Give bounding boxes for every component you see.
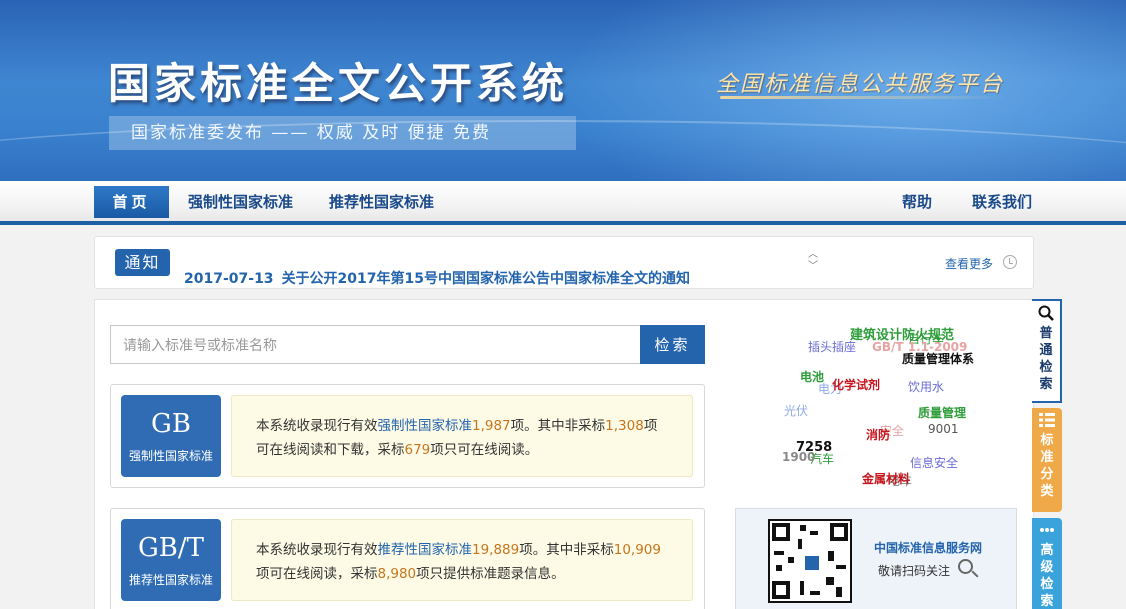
nav-divider bbox=[0, 221, 1126, 225]
gb-description: 本系统收录现行有效强制性国家标准1,987项。其中非采标1,308项可在线阅读和… bbox=[231, 395, 693, 477]
gb-text-1: 本系统收录现行有效 bbox=[256, 418, 378, 434]
qr-code bbox=[768, 519, 852, 603]
platform-logo-text: 全国标准信息公共服务平台 bbox=[716, 72, 1005, 97]
notice-badge: 通知 bbox=[115, 249, 170, 276]
gbt-text-3: 项可在线阅读，采标 bbox=[256, 566, 378, 582]
notice-link[interactable]: 2017-07-13 关于公开2017年第15号中国国家标准公告中国家标准全文的通… bbox=[184, 268, 698, 288]
gb-name: 强制性国家标准 bbox=[128, 449, 213, 463]
sidebar-category-label: 标准分类 bbox=[1040, 433, 1054, 499]
tag-cloud: 建筑设计防火规范 自行车 插头插座 GB/T 1.1-2009 质量管理体系 电池 电力 化学… bbox=[740, 310, 1000, 500]
notice-more-link[interactable]: 查看更多 bbox=[945, 255, 993, 272]
search-icon bbox=[1038, 305, 1054, 321]
list-icon bbox=[1039, 413, 1055, 427]
qr-subtitle: 敬请扫码关注 bbox=[878, 564, 951, 578]
clock-icon bbox=[1003, 255, 1017, 269]
sidebar-general-label: 普通检索 bbox=[1039, 326, 1053, 392]
nav-mandatory-tab[interactable]: 强制性国家标准 bbox=[188, 186, 293, 218]
nav-home-tab[interactable]: 首页 bbox=[94, 186, 169, 218]
gb-adopted: 679 bbox=[404, 442, 431, 458]
sidebar-category[interactable]: 标准分类 bbox=[1032, 408, 1062, 512]
gbt-card: GB/T 推荐性国家标准 本系统收录现行有效推荐性国家标准19,889项。其中非… bbox=[110, 508, 705, 609]
gbt-text-1: 本系统收录现行有效 bbox=[256, 542, 378, 558]
gbt-text-2: 项。其中非采标 bbox=[519, 542, 614, 558]
notice-date: 2017-07-13 bbox=[184, 271, 274, 287]
tag-cloud-item[interactable]: 插头插座 bbox=[808, 338, 856, 355]
gb-total: 1,987 bbox=[472, 418, 511, 434]
site-subtitle: 国家标准委发布 —— 权威 及时 便捷 免费 bbox=[109, 116, 576, 150]
tag-cloud-item[interactable]: 金属材料 bbox=[862, 470, 910, 487]
tag-cloud-item[interactable]: 9001 bbox=[928, 422, 959, 436]
gb-non-adopted: 1,308 bbox=[605, 418, 644, 434]
tag-cloud-item[interactable]: 消防 bbox=[866, 426, 890, 443]
chevron-down-icon[interactable]: ﹀ bbox=[807, 261, 819, 273]
gb-card: GB 强制性国家标准 本系统收录现行有效强制性国家标准1,987项。其中非采标1… bbox=[110, 384, 705, 488]
gbt-total: 19,889 bbox=[472, 542, 520, 558]
site-title: 国家标准全文公开系统 bbox=[108, 59, 569, 108]
tag-cloud-item[interactable]: 饮用水 bbox=[908, 378, 944, 395]
more-dots-icon bbox=[1040, 528, 1054, 532]
nav-recommended-tab[interactable]: 推荐性国家标准 bbox=[329, 186, 434, 218]
tag-cloud-item[interactable]: 信息安全 bbox=[910, 454, 958, 471]
search-button[interactable]: 检索 bbox=[640, 325, 705, 364]
nav-contact-link[interactable]: 联系我们 bbox=[972, 186, 1032, 218]
qr-panel: 中国标准信息服务网 敬请扫码关注 bbox=[735, 508, 1017, 609]
gbt-code: GB/T bbox=[138, 533, 204, 563]
header-banner: 国家标准全文公开系统 国家标准委发布 —— 权威 及时 便捷 免费 全国标准信息… bbox=[0, 0, 1126, 181]
page: 国家标准全文公开系统 国家标准委发布 —— 权威 及时 便捷 免费 全国标准信息… bbox=[0, 0, 1126, 609]
notice-bar: 通知 2017-07-13 关于公开2017年第15号中国国家标准公告中国家标准全… bbox=[94, 236, 1034, 289]
tag-cloud-item[interactable]: 质量管理体系 bbox=[902, 350, 974, 367]
notice-scroll-arrows[interactable]: ︿ ﹀ bbox=[807, 249, 819, 273]
gb-text-2: 项。其中非采标 bbox=[510, 418, 606, 434]
gbt-badge[interactable]: GB/T 推荐性国家标准 bbox=[121, 519, 221, 601]
gbt-text-4: 项只提供标准题录信息。 bbox=[416, 566, 565, 582]
tag-cloud-item[interactable]: 光伏 bbox=[784, 402, 808, 419]
platform-underline bbox=[720, 96, 1005, 99]
gbt-non-adopted: 10,909 bbox=[613, 542, 661, 558]
tag-cloud-item[interactable]: 化学试剂 bbox=[832, 376, 880, 393]
tag-cloud-item[interactable]: 汽车 bbox=[810, 450, 834, 467]
gb-text-4: 项只可在线阅读。 bbox=[430, 442, 539, 458]
sidebar-general-search[interactable]: 普通检索 bbox=[1032, 299, 1062, 403]
chevron-up-icon[interactable]: ︿ bbox=[807, 249, 819, 261]
notice-title: 关于公开2017年第15号中国国家标准公告中国家标准全文的通知 bbox=[281, 271, 691, 287]
tag-cloud-item[interactable]: 质量管理 bbox=[918, 404, 966, 421]
sidebar-advanced-search[interactable]: 高级检索 bbox=[1032, 518, 1062, 609]
qr-title: 中国标准信息服务网 bbox=[874, 541, 983, 555]
sidebar-advanced-label: 高级检索 bbox=[1040, 543, 1054, 609]
nav-help-link[interactable]: 帮助 bbox=[902, 186, 932, 218]
gbt-adopted: 8,980 bbox=[377, 566, 417, 582]
gb-code: GB bbox=[151, 409, 191, 439]
gbt-name: 推荐性国家标准 bbox=[128, 573, 213, 587]
search-input[interactable] bbox=[110, 325, 641, 364]
magnifier-icon bbox=[958, 559, 973, 574]
gbt-description: 本系统收录现行有效推荐性国家标准19,889项。其中非采标10,909 项可在线阅… bbox=[231, 519, 693, 601]
gbt-link[interactable]: 推荐性国家标准 bbox=[378, 542, 473, 558]
gb-link[interactable]: 强制性国家标准 bbox=[378, 418, 473, 434]
gb-badge[interactable]: GB 强制性国家标准 bbox=[121, 395, 221, 477]
